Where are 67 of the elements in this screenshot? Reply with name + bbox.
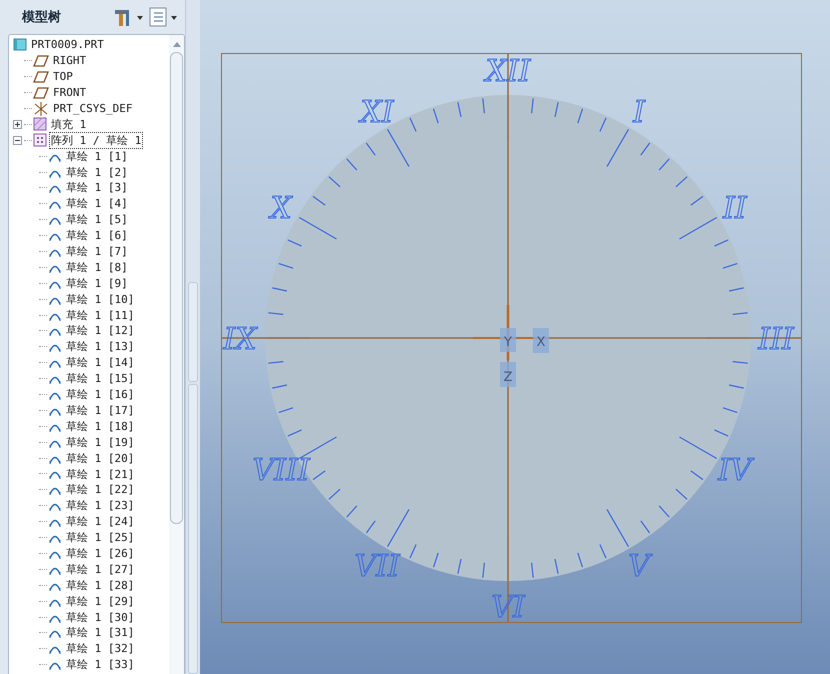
tree-item[interactable]: PRT_CSYS_DEF bbox=[51, 101, 134, 116]
tree-item[interactable]: 草绘 1 [1] bbox=[64, 148, 130, 165]
datum-plane-icon bbox=[33, 70, 49, 83]
tree-item[interactable]: 草绘 1 [26] bbox=[64, 544, 136, 562]
tree-item[interactable]: 草绘 1 [22] bbox=[64, 481, 136, 498]
tree-item[interactable]: 草绘 1 [2] bbox=[64, 164, 130, 181]
scroll-up-icon[interactable] bbox=[172, 41, 181, 47]
part-icon bbox=[13, 38, 27, 52]
scrollbar[interactable] bbox=[169, 35, 184, 674]
tree-item[interactable]: 草绘 1 [3] bbox=[64, 179, 130, 196]
expand-toggle[interactable] bbox=[13, 120, 22, 129]
tree-item[interactable]: 草绘 1 [33] bbox=[64, 656, 136, 674]
tree-item[interactable]: 草绘 1 [30] bbox=[64, 608, 136, 626]
tree-item[interactable]: 草绘 1 [9] bbox=[64, 274, 130, 292]
tree-item[interactable]: 草绘 1 [25] bbox=[64, 529, 136, 546]
clock-numeral: I bbox=[633, 95, 645, 130]
clock-numeral: II bbox=[723, 191, 747, 226]
fill-feature-icon bbox=[33, 117, 47, 132]
axis-label: Y bbox=[504, 335, 512, 350]
collapse-toggle[interactable] bbox=[13, 136, 22, 145]
coordinate-system-icon bbox=[33, 102, 49, 116]
clock-numeral: VIII bbox=[252, 453, 310, 488]
tree-item[interactable]: FRONT bbox=[51, 85, 88, 100]
splitter-handle[interactable] bbox=[188, 384, 198, 674]
tree-item[interactable]: 草绘 1 [18] bbox=[64, 418, 136, 435]
tree-item[interactable]: 填充 1 bbox=[49, 116, 88, 133]
pattern-icon bbox=[33, 133, 47, 148]
axis-label-tag bbox=[533, 328, 549, 353]
tree-item[interactable]: 草绘 1 [15] bbox=[64, 370, 136, 388]
tree-item[interactable]: 草绘 1 [8] bbox=[64, 258, 130, 276]
axis-label: X bbox=[536, 335, 546, 350]
tree-item[interactable]: 草绘 1 [14] bbox=[64, 354, 136, 372]
clock-numeral: X bbox=[270, 191, 292, 226]
tree-item[interactable]: 草绘 1 [31] bbox=[64, 624, 136, 642]
tree-item[interactable]: 草绘 1 [13] bbox=[64, 338, 136, 356]
axis-label: Z bbox=[504, 370, 512, 385]
tree-item[interactable]: 草绘 1 [21] bbox=[64, 466, 136, 482]
tree-item[interactable]: 阵列 1 / 草绘 1 bbox=[49, 132, 144, 149]
clock-numeral: VII bbox=[354, 548, 400, 584]
scroll-thumb[interactable] bbox=[170, 52, 184, 524]
axis-label-tag bbox=[500, 362, 516, 387]
datum-plane-icon bbox=[33, 86, 49, 99]
splitter-handle[interactable] bbox=[188, 282, 198, 382]
tree-item[interactable]: 草绘 1 [19] bbox=[64, 434, 136, 451]
tree-item[interactable]: 草绘 1 [16] bbox=[64, 386, 136, 404]
tree-item[interactable]: 草绘 1 [20] bbox=[64, 450, 136, 467]
tree-item[interactable]: 草绘 1 [7] bbox=[64, 243, 130, 260]
panel-title: 模型树 bbox=[22, 9, 61, 26]
axis-label-tag bbox=[500, 328, 516, 352]
tree-item[interactable]: 草绘 1 [6] bbox=[64, 227, 130, 244]
tree-item[interactable]: TOP bbox=[51, 69, 75, 84]
tree-item[interactable]: 草绘 1 [27] bbox=[64, 560, 136, 578]
tree-item[interactable]: 草绘 1 [4] bbox=[64, 195, 130, 212]
tree-item[interactable]: RIGHT bbox=[51, 53, 88, 68]
tree-item[interactable]: 草绘 1 [28] bbox=[64, 576, 136, 594]
datum-plane-icon bbox=[33, 54, 49, 67]
tree-item[interactable]: 草绘 1 [5] bbox=[64, 211, 130, 228]
tree-item[interactable]: 草绘 1 [32] bbox=[64, 640, 136, 658]
tree-item[interactable]: PRT0009.PRT bbox=[29, 37, 106, 52]
tree-item[interactable]: 草绘 1 [12] bbox=[64, 322, 136, 340]
tree-item[interactable]: 草绘 1 [29] bbox=[64, 592, 136, 610]
tree-item[interactable]: 草绘 1 [23] bbox=[64, 497, 136, 514]
tree-item[interactable]: 草绘 1 [10] bbox=[64, 290, 136, 308]
tree-item[interactable]: 草绘 1 [17] bbox=[64, 402, 136, 419]
clock-numeral: XI bbox=[360, 95, 394, 130]
tree-item[interactable]: 草绘 1 [11] bbox=[64, 306, 136, 324]
tree-item[interactable]: 草绘 1 [24] bbox=[64, 513, 136, 530]
